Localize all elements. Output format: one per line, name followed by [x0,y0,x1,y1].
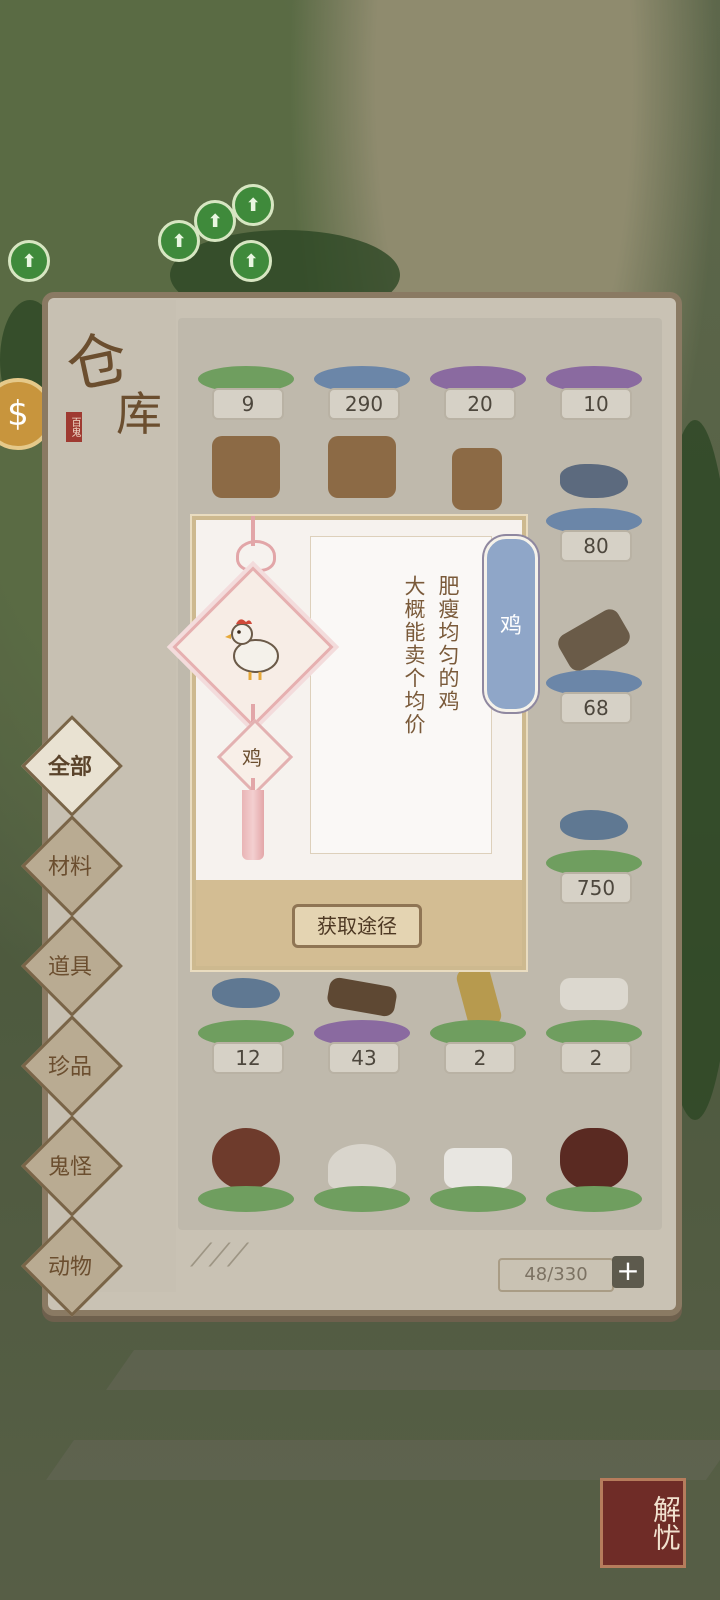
wine-jar-icon [560,1128,628,1190]
item-name-tag: 鸡 [484,536,538,712]
item-count: 2 [444,1042,516,1074]
hammer-icon [554,605,634,675]
tassel-decoration [242,790,264,860]
item-count: 68 [560,692,632,724]
expand-capacity-button[interactable]: + [612,1256,644,1288]
tab-label: 动物 [47,1255,92,1280]
item-count: 43 [328,1042,400,1074]
item-slot[interactable] [538,1128,650,1230]
tab-label: 道具 [47,955,92,980]
description-line: 大概能卖个均价 [402,575,426,736]
seed-sack-icon [328,436,396,498]
item-count: 10 [560,388,632,420]
tab-all[interactable]: 全部 [21,715,123,817]
grain-sack-icon [212,436,280,498]
slot-base [314,1186,410,1212]
sprout-marker-icon[interactable]: ⬆ [8,240,50,282]
item-slot[interactable]: 43 [306,966,418,1076]
slot-base [198,1186,294,1212]
item-count: 12 [212,1042,284,1074]
popup-footer: 获取途径 [196,880,522,966]
title-char: 库 [116,387,162,441]
tab-ghosts[interactable]: 鬼怪 [21,1115,123,1217]
obtain-method-button[interactable]: 获取途径 [292,904,422,948]
tofu-icon [560,978,628,1010]
description-line: 肥瘦均匀的鸡 [436,575,460,713]
tab-label: 全部 [47,755,92,780]
chicken-icon [225,619,279,680]
item-slot[interactable]: 68 [538,605,650,726]
item-slot[interactable]: 750 [538,796,650,906]
sugar-cubes-icon [444,1148,512,1188]
tab-animals[interactable]: 动物 [21,1215,123,1317]
egg-tray-icon [325,976,399,1018]
sack-icon [452,448,502,510]
tab-treasures[interactable]: 珍品 [21,1015,123,1117]
item-count: 2 [560,1042,632,1074]
item-slot[interactable]: 2 [538,966,650,1076]
salt-icon [328,1144,396,1190]
tab-label: 鬼怪 [47,1155,92,1180]
seal-stamp: 百鬼 [66,412,82,442]
item-slot[interactable]: 10 [538,318,650,422]
fish-icon [212,978,280,1008]
item-slot[interactable]: 9 [190,318,302,422]
teapot-icon [212,1128,280,1190]
item-count: 80 [560,530,632,562]
sprout-marker-icon[interactable]: ⬆ [230,240,272,282]
item-slot[interactable]: 2 [422,962,534,1076]
slot-base [430,1186,526,1212]
slot-base [546,1186,642,1212]
fish-icon [560,464,628,498]
item-count: 9 [212,388,284,420]
description-box: 肥瘦均匀的鸡 大概能卖个均价 [310,536,492,854]
tab-tools[interactable]: 道具 [21,915,123,1017]
tab-materials[interactable]: 材料 [21,815,123,917]
item-slot[interactable]: 12 [190,966,302,1076]
item-slot[interactable] [306,1128,418,1230]
item-count: 290 [328,388,400,420]
item-slot[interactable]: 20 [422,318,534,422]
bamboo-decoration: ⟋⟋⟋ [190,1236,249,1274]
item-count: 750 [560,872,632,904]
jieyou-button[interactable]: 解忧 [600,1478,686,1568]
charm-bow-icon [236,540,276,572]
inventory-counter: 48/330 [498,1258,614,1292]
item-count: 20 [444,388,516,420]
item-slot[interactable]: 290 [306,318,418,422]
item-name-label: 鸡 [242,746,262,770]
fish-icon [560,810,628,840]
tab-label: 珍品 [47,1055,92,1080]
sprout-marker-icon[interactable]: ⬆ [232,184,274,226]
item-slot[interactable]: 80 [538,454,650,564]
item-slot[interactable] [190,1128,302,1230]
item-slot[interactable] [422,1128,534,1230]
sprout-marker-icon[interactable]: ⬆ [194,200,236,242]
tab-label: 材料 [47,855,92,880]
